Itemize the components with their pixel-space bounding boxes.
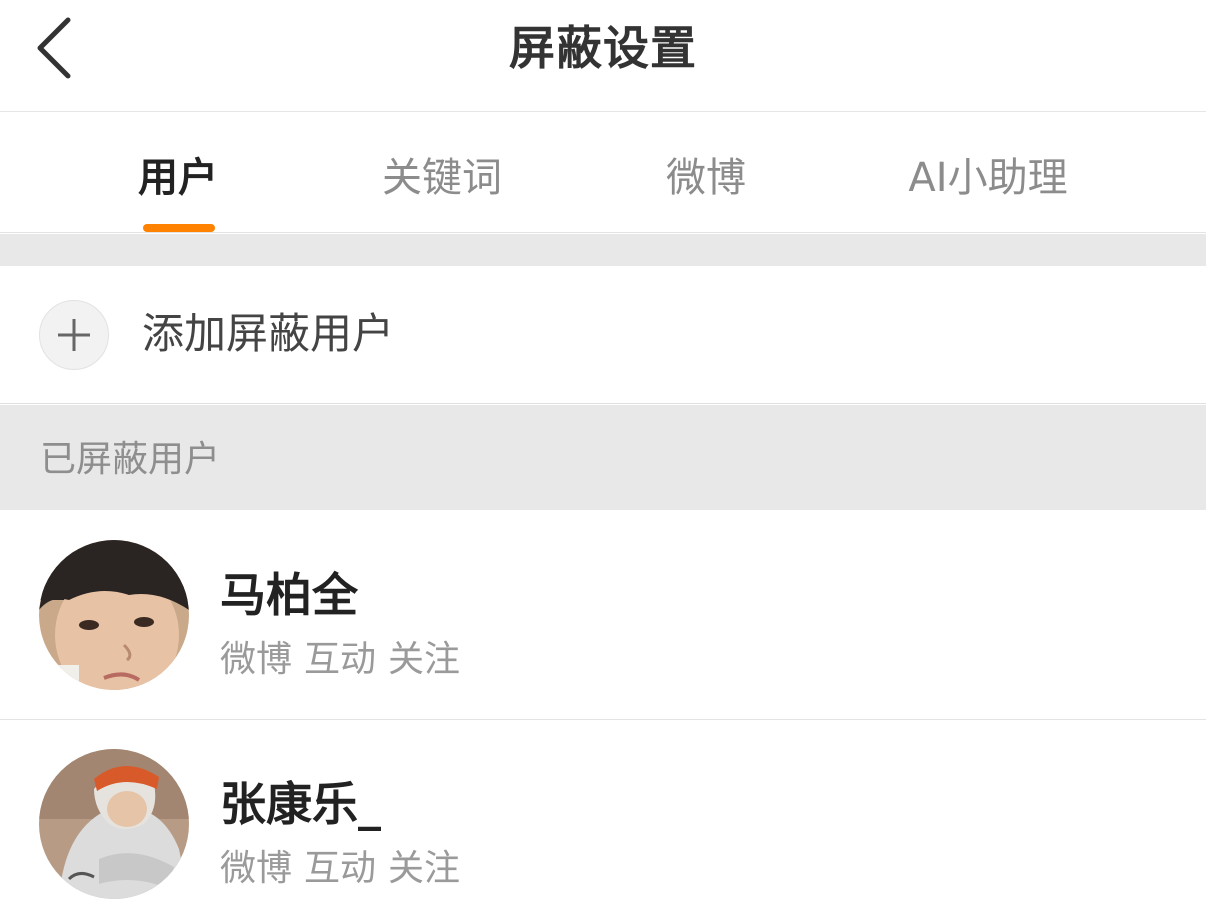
tab-keywords[interactable]: 关键词: [362, 148, 522, 208]
user-name: 张康乐_: [220, 777, 381, 831]
blocked-user-row[interactable]: 马柏全 微博 互动 关注: [0, 511, 1206, 720]
tag-follow: 关注: [388, 848, 461, 889]
page-title: 屏蔽设置: [509, 21, 697, 75]
blocked-user-row[interactable]: 张康乐_ 微博 互动 关注: [0, 720, 1206, 923]
tag-interaction: 互动: [304, 848, 377, 889]
avatar[interactable]: [39, 540, 189, 690]
add-blocked-user-button[interactable]: 添加屏蔽用户: [0, 266, 1206, 404]
tab-bar: 用户 关键词 微博 AI小助理: [0, 112, 1206, 233]
section-divider: [0, 234, 1206, 266]
top-nav-bar: 屏蔽设置: [0, 0, 1206, 112]
tab-ai-assistant[interactable]: AI小助理: [888, 148, 1088, 208]
blocked-users-section-header: 已屏蔽用户: [0, 405, 1206, 510]
plus-icon: [39, 300, 109, 370]
tab-weibo[interactable]: 微博: [646, 148, 766, 208]
tag-interaction: 互动: [304, 639, 377, 680]
user-tags: 微博 互动 关注: [220, 844, 472, 894]
add-blocked-user-label: 添加屏蔽用户: [142, 309, 395, 358]
avatar[interactable]: [39, 749, 189, 899]
tag-follow: 关注: [388, 639, 461, 680]
user-tags: 微博 互动 关注: [220, 635, 472, 685]
user-name: 马柏全: [220, 568, 358, 622]
tag-weibo: 微博: [220, 639, 293, 680]
section-title: 已屏蔽用户: [40, 439, 221, 480]
active-tab-indicator: [143, 224, 215, 232]
tag-weibo: 微博: [220, 848, 293, 889]
tab-users[interactable]: 用户: [118, 148, 238, 208]
